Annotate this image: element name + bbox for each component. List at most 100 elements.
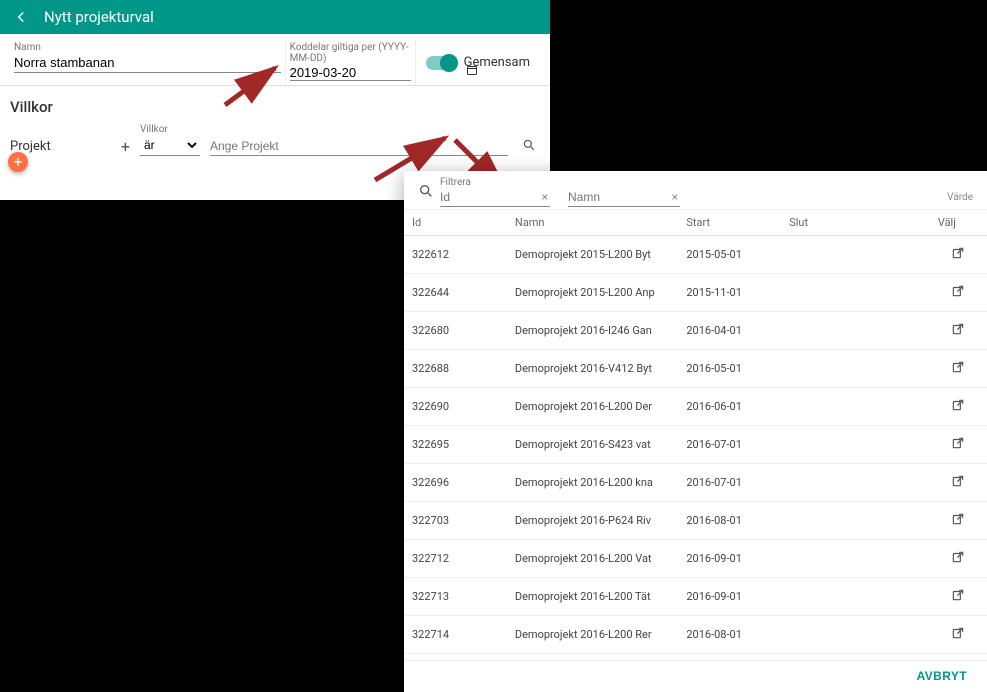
cell-start: 2016-04-01 (678, 312, 781, 350)
cancel-button[interactable]: AVBRYT (917, 669, 967, 683)
condition-operator-select[interactable]: är (140, 135, 200, 156)
shared-toggle-label: Gemensam (464, 55, 530, 70)
table-row[interactable]: 322690Demoprojekt 2016-L200 Der2016-06-0… (404, 388, 987, 426)
cell-slut (781, 616, 930, 654)
table-row[interactable]: 322695Demoprojekt 2016-S423 vat2016-07-0… (404, 426, 987, 464)
add-fab[interactable]: + (8, 152, 28, 172)
cell-valj (930, 578, 987, 616)
open-icon[interactable] (951, 626, 965, 640)
table-row[interactable]: 322713Demoprojekt 2016-L200 Tät2016-09-0… (404, 578, 987, 616)
open-icon[interactable] (951, 512, 965, 526)
cell-start: 2016-07-01 (678, 464, 781, 502)
open-icon[interactable] (951, 398, 965, 412)
main-form-panel: Nytt projekturval Namn Koddelar giltiga … (0, 0, 550, 200)
cell-slut (781, 236, 930, 274)
conditions-heading: Villkor (0, 86, 550, 122)
cell-name: Demoprojekt 2016-P624 Riv (507, 502, 678, 540)
filter-id-input[interactable] (440, 188, 550, 207)
table-row[interactable]: 322703Demoprojekt 2016-P624 Riv2016-08-0… (404, 502, 987, 540)
date-label: Koddelar giltiga per (YYYY-MM-DD) (290, 42, 411, 64)
condition-operator: Villkor är (140, 124, 200, 156)
cell-valj (930, 540, 987, 578)
table-row[interactable]: 322644Demoprojekt 2015-L200 Anp2015-11-0… (404, 274, 987, 312)
shared-toggle[interactable] (426, 56, 456, 70)
cell-id: 322680 (404, 312, 507, 350)
col-slut: Slut (781, 210, 930, 236)
table-row[interactable]: 322688Demoprojekt 2016-V412 Byt2016-05-0… (404, 350, 987, 388)
name-label: Namn (14, 42, 281, 53)
cell-start: 2015-05-01 (678, 236, 781, 274)
add-condition-icon[interactable]: + (121, 137, 130, 156)
date-field: Koddelar giltiga per (YYYY-MM-DD) (286, 40, 416, 85)
cell-start: 2016-05-01 (678, 350, 781, 388)
back-arrow-icon[interactable] (12, 8, 30, 26)
cell-valj (930, 426, 987, 464)
cell-start: 2016-09-01 (678, 540, 781, 578)
form-row: Namn Koddelar giltiga per (YYYY-MM-DD) G… (0, 34, 550, 86)
col-id: Id (404, 210, 507, 236)
condition-search-icon[interactable] (518, 138, 540, 156)
table-row[interactable]: 322712Demoprojekt 2016-L200 Vat2016-09-0… (404, 540, 987, 578)
cell-valj (930, 236, 987, 274)
cell-id: 322703 (404, 502, 507, 540)
open-icon[interactable] (951, 284, 965, 298)
cell-id: 322690 (404, 388, 507, 426)
open-icon[interactable] (951, 474, 965, 488)
cell-slut (781, 274, 930, 312)
open-icon[interactable] (951, 588, 965, 602)
cell-id: 322713 (404, 578, 507, 616)
col-name: Namn (507, 210, 678, 236)
filter-id-field: Filtrera × (440, 177, 550, 207)
cell-valj (930, 502, 987, 540)
filter-name-input[interactable] (568, 188, 680, 207)
name-input[interactable] (14, 53, 281, 73)
cell-valj (930, 616, 987, 654)
cell-id: 322695 (404, 426, 507, 464)
cell-start: 2016-09-01 (678, 578, 781, 616)
project-picker-modal: Filtrera × × Värde Id Namn Start Slut Vä… (404, 171, 987, 692)
cell-start: 2016-08-01 (678, 502, 781, 540)
open-icon[interactable] (951, 436, 965, 450)
cell-name: Demoprojekt 2015-L200 Byt (507, 236, 678, 274)
condition-type: Projekt + (10, 137, 130, 156)
cell-name: Demoprojekt 2016-L200 Tät (507, 578, 678, 616)
cell-id: 322714 (404, 616, 507, 654)
clear-name-icon[interactable]: × (670, 190, 680, 204)
cell-id: 322612 (404, 236, 507, 274)
cell-slut (781, 540, 930, 578)
project-table: Id Namn Start Slut Välj 322612Demoprojek… (404, 210, 987, 660)
table-scroll[interactable]: Id Namn Start Slut Välj 322612Demoprojek… (404, 209, 987, 660)
cell-name: Demoprojekt 2016-V412 Byt (507, 350, 678, 388)
cell-id: 322712 (404, 540, 507, 578)
clear-id-icon[interactable]: × (540, 190, 550, 204)
cell-start: 2015-11-01 (678, 274, 781, 312)
table-row[interactable]: 322714Demoprojekt 2016-L200 Rer2016-08-0… (404, 616, 987, 654)
cell-start: 2016-08-01 (678, 616, 781, 654)
cell-start: 2016-06-01 (678, 388, 781, 426)
open-icon[interactable] (951, 246, 965, 260)
open-icon[interactable] (951, 322, 965, 336)
col-start: Start (678, 210, 781, 236)
filter-name-field: × (568, 177, 680, 207)
filter-label: Filtrera (440, 177, 550, 188)
open-icon[interactable] (951, 550, 965, 564)
table-row[interactable]: 322696Demoprojekt 2016-L200 kna2016-07-0… (404, 464, 987, 502)
cell-slut (781, 578, 930, 616)
cell-id: 322644 (404, 274, 507, 312)
cell-slut (781, 464, 930, 502)
table-row[interactable]: 322680Demoprojekt 2016-I246 Gan2016-04-0… (404, 312, 987, 350)
cell-name: Demoprojekt 2016-L200 Rer (507, 616, 678, 654)
shared-toggle-wrap: Gemensam (416, 40, 540, 85)
cell-id: 322688 (404, 350, 507, 388)
cell-slut (781, 350, 930, 388)
cell-start: 2016-07-01 (678, 426, 781, 464)
cell-name: Demoprojekt 2016-L200 Vat (507, 540, 678, 578)
cell-valj (930, 312, 987, 350)
cell-id: 322696 (404, 464, 507, 502)
cell-name: Demoprojekt 2016-L200 Der (507, 388, 678, 426)
open-icon[interactable] (951, 360, 965, 374)
condition-value-input[interactable] (210, 137, 508, 156)
table-row[interactable]: 322612Demoprojekt 2015-L200 Byt2015-05-0… (404, 236, 987, 274)
cell-name: Demoprojekt 2016-I246 Gan (507, 312, 678, 350)
name-field: Namn (10, 40, 286, 85)
